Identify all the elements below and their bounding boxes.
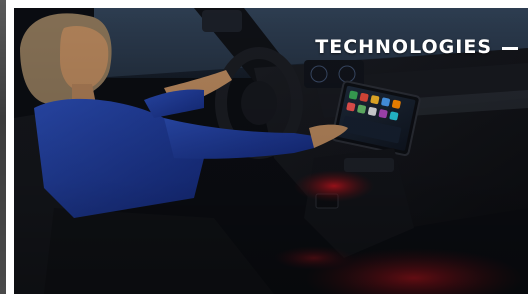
dash-icon <box>502 46 518 50</box>
section-title[interactable]: TECHNOLOGIES <box>315 36 492 58</box>
previous-slide-edge[interactable] <box>0 0 6 294</box>
page-frame: TECHNOLOGIES <box>0 0 528 294</box>
technologies-card[interactable]: TECHNOLOGIES <box>14 8 528 294</box>
section-heading[interactable]: TECHNOLOGIES <box>315 36 518 58</box>
